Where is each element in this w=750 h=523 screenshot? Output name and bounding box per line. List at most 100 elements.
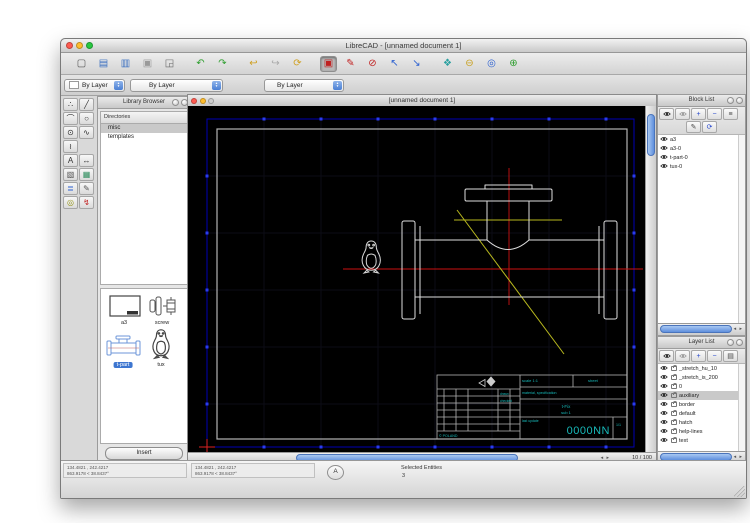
block-list-vscroll[interactable] — [738, 135, 745, 323]
next-view-button[interactable]: ↪ — [267, 56, 284, 72]
block-visibility-eye-icon[interactable] — [660, 154, 668, 162]
layer-lock-icon[interactable] — [671, 382, 677, 389]
vertical-scrollbar[interactable] — [645, 106, 656, 452]
layer-lock-icon[interactable] — [671, 400, 677, 407]
auto-zoom-button[interactable]: ❖ — [439, 56, 456, 72]
layer-list-item[interactable]: hatch — [658, 418, 745, 427]
layer-list-item[interactable]: help-lines — [658, 427, 745, 436]
hide-all-blocks-button[interactable] — [675, 108, 690, 120]
library-item-label[interactable]: screw — [155, 320, 169, 326]
layer-lock-icon[interactable] — [671, 436, 677, 443]
panel-float-button[interactable] — [727, 97, 734, 104]
layer-visibility-eye-icon[interactable] — [660, 428, 668, 436]
measure-tool-button[interactable]: ◎ — [63, 196, 78, 209]
directory-item-templates[interactable]: templates — [101, 133, 187, 142]
library-item-label[interactable]: tux — [157, 362, 164, 368]
zoom-out-button[interactable]: ⊖ — [461, 56, 478, 72]
points-tool-button[interactable]: ∴ — [63, 98, 78, 111]
edit-block-button[interactable]: ✎ — [686, 121, 701, 133]
layer-list-item[interactable]: auxiliary — [658, 391, 745, 400]
layer-visibility-eye-icon[interactable] — [660, 365, 668, 373]
layer-list-item[interactable]: _stretch_is_200 — [658, 373, 745, 382]
remove-layer-button[interactable]: − — [707, 350, 722, 362]
t-part-drawing[interactable] — [401, 184, 618, 320]
edit-tool-button[interactable]: ✎ — [79, 182, 94, 195]
library-item-label[interactable]: a3 — [121, 320, 127, 326]
block-list-hscroll[interactable]: ◂ ▸ — [658, 323, 745, 335]
remove-block-button[interactable]: − — [707, 108, 722, 120]
print-preview-button[interactable]: ◲ — [161, 56, 178, 72]
deselect-entity-button[interactable]: ↘ — [408, 56, 425, 72]
panel-close-button[interactable] — [736, 339, 743, 346]
block-list-item[interactable]: a3-0 — [658, 144, 745, 153]
doc-zoom-button[interactable] — [208, 97, 214, 104]
block-tool-button[interactable]: ≣ — [63, 182, 78, 195]
color-dropdown[interactable]: By Layer ▴ ▾ — [64, 78, 125, 92]
show-all-layers-button[interactable] — [659, 350, 674, 362]
show-all-blocks-button[interactable] — [659, 108, 674, 120]
layer-list-item[interactable]: 0 — [658, 382, 745, 391]
keycode-indicator[interactable]: A — [327, 465, 344, 480]
layer-lock-icon[interactable] — [671, 373, 677, 380]
block-list-item[interactable]: tux-0 — [658, 162, 745, 171]
redo-button[interactable]: ↷ — [214, 56, 231, 72]
library-item-t-part[interactable] — [106, 333, 141, 363]
layer-lock-icon[interactable] — [671, 364, 677, 371]
library-browser-title[interactable]: Library Browser — [98, 97, 190, 109]
layer-list-item[interactable]: _stretch_hu_10 — [658, 364, 745, 373]
library-item-a3[interactable] — [109, 295, 141, 322]
layer-list-item[interactable]: text — [658, 436, 745, 445]
order-tool-button[interactable]: ↯ — [79, 196, 94, 209]
block-visibility-eye-icon[interactable] — [660, 145, 668, 153]
add-layer-button[interactable]: + — [691, 350, 706, 362]
print-button[interactable]: ▣ — [139, 56, 156, 72]
resize-grip[interactable] — [734, 486, 745, 497]
linetype-dropdown[interactable]: By Layer ▴ ▾ — [264, 78, 344, 92]
block-list-item[interactable]: a3 — [658, 135, 745, 144]
current-tool-button[interactable]: ▣ — [320, 55, 337, 72]
title-bar[interactable]: LibreCAD - [unnamed document 1] — [61, 39, 746, 53]
zoom-window-button[interactable]: ◎ — [483, 56, 500, 72]
insert-button[interactable]: Insert — [105, 447, 183, 460]
layer-list-item[interactable]: border — [658, 400, 745, 409]
doc-close-button[interactable] — [191, 97, 197, 104]
block-list-hscroll-thumb[interactable] — [660, 325, 732, 333]
hatch-tool-button[interactable]: ▧ — [63, 168, 78, 181]
layer-lock-icon[interactable] — [671, 418, 677, 425]
image-tool-button[interactable]: ▦ — [79, 168, 94, 181]
block-visibility-eye-icon[interactable] — [660, 163, 668, 171]
modify-layer-button[interactable]: ▤ — [723, 350, 738, 362]
delete-entity-button[interactable]: ⊘ — [364, 56, 381, 72]
block-list-title[interactable]: Block List — [658, 95, 745, 107]
layer-visibility-eye-icon[interactable] — [660, 392, 668, 400]
panel-float-button[interactable] — [727, 339, 734, 346]
vertical-scroll-thumb[interactable] — [647, 114, 655, 156]
ellipse-tool-button[interactable]: ⊙ — [63, 126, 78, 139]
title-block[interactable]: scale 1:1 sheet material, specification … — [436, 374, 628, 440]
dimension-tool-button[interactable]: ↔ — [79, 154, 94, 167]
block-list-item[interactable]: t-part-0 — [658, 153, 745, 162]
layer-lock-icon[interactable] — [671, 409, 677, 416]
close-window-button[interactable] — [66, 42, 73, 49]
new-file-button[interactable]: ▢ — [73, 56, 90, 72]
block-attributes-button[interactable]: ≡ — [723, 108, 738, 120]
save-file-button[interactable]: ▥ — [117, 56, 134, 72]
layer-visibility-eye-icon[interactable] — [660, 419, 668, 427]
layer-visibility-eye-icon[interactable] — [660, 383, 668, 391]
library-item-label-selected[interactable]: t-part — [113, 362, 133, 368]
layer-visibility-eye-icon[interactable] — [660, 374, 668, 382]
layer-visibility-eye-icon[interactable] — [660, 410, 668, 418]
layer-visibility-eye-icon[interactable] — [660, 437, 668, 445]
select-entity-button[interactable]: ↖ — [386, 56, 403, 72]
layer-list-vscroll[interactable] — [738, 364, 745, 451]
width-dropdown[interactable]: By Layer ▴ ▾ — [130, 78, 223, 92]
draw-pen-button[interactable]: ✎ — [342, 56, 359, 72]
hide-all-layers-button[interactable] — [675, 350, 690, 362]
panel-float-button[interactable] — [172, 99, 179, 106]
arc-tool-button[interactable]: ⌒ — [63, 112, 78, 125]
layer-visibility-eye-icon[interactable] — [660, 401, 668, 409]
undo-button[interactable]: ↶ — [192, 56, 209, 72]
drawing-canvas[interactable]: scale 1:1 sheet material, specification … — [188, 106, 645, 455]
layer-lock-icon[interactable] — [671, 391, 677, 398]
redraw-button[interactable]: ⟳ — [289, 56, 306, 72]
